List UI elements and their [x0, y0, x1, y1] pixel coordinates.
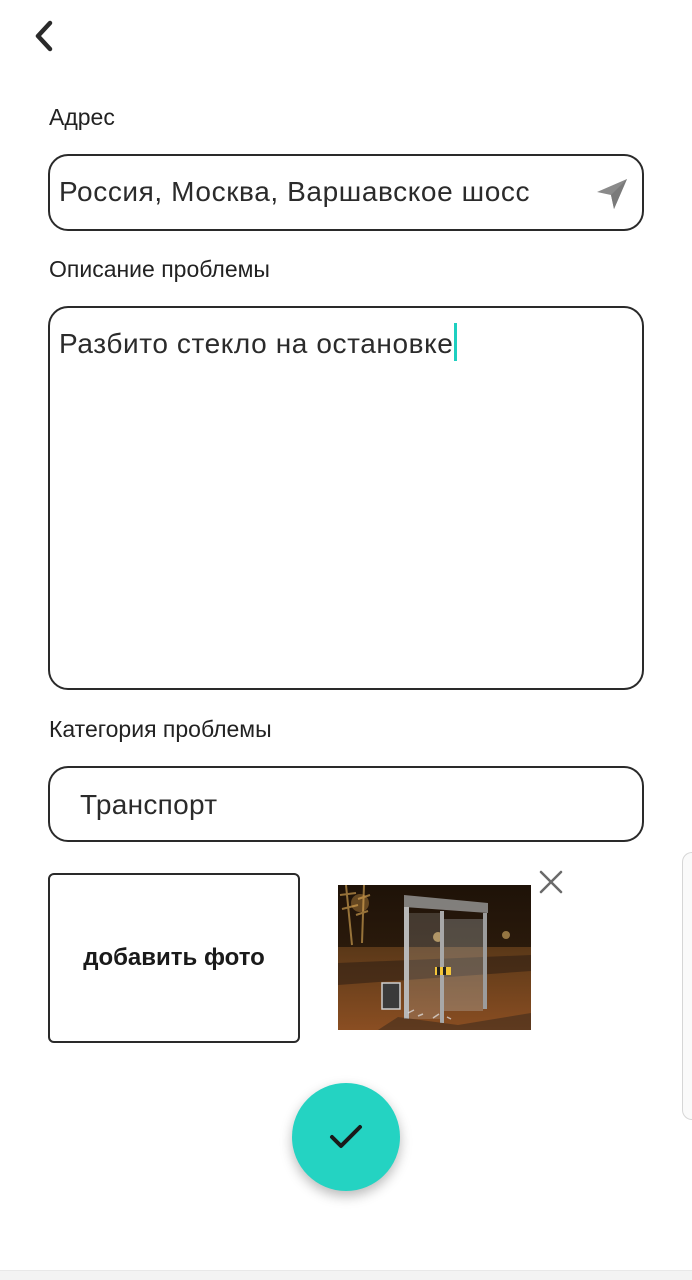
side-scroll-handle[interactable] — [682, 852, 692, 1120]
submit-button[interactable] — [292, 1083, 400, 1191]
text-caret — [454, 323, 458, 361]
description-value: Разбито стекло на остановке — [59, 328, 454, 359]
add-photo-label: добавить фото — [83, 944, 265, 971]
address-value[interactable]: Россия, Москва, Варшавское шосс — [59, 176, 587, 208]
category-label: Категория проблемы — [49, 716, 272, 742]
close-icon — [539, 870, 563, 894]
chevron-left-icon — [35, 20, 53, 52]
photo-thumbnail[interactable] — [338, 885, 531, 1030]
address-field[interactable]: Россия, Москва, Варшавское шосс — [48, 154, 644, 231]
bus-stop-photo — [338, 885, 531, 1030]
add-photo-button[interactable]: добавить фото — [48, 873, 300, 1043]
back-button[interactable] — [22, 14, 66, 58]
bottom-system-bar — [0, 1270, 692, 1280]
category-select[interactable]: Транспорт — [48, 766, 644, 842]
checkmark-icon — [330, 1125, 362, 1148]
report-problem-screen: Адрес Россия, Москва, Варшавское шосс Оп… — [0, 0, 692, 1280]
locate-button[interactable] — [592, 174, 632, 214]
description-label: Описание проблемы — [49, 256, 270, 282]
navigation-arrow-icon — [597, 179, 627, 209]
category-value: Транспорт — [80, 789, 218, 820]
address-label: Адрес — [49, 104, 115, 130]
remove-photo-button[interactable] — [536, 867, 566, 897]
description-text[interactable]: Разбито стекло на остановке — [59, 323, 458, 361]
description-field[interactable]: Разбито стекло на остановке — [48, 306, 644, 690]
